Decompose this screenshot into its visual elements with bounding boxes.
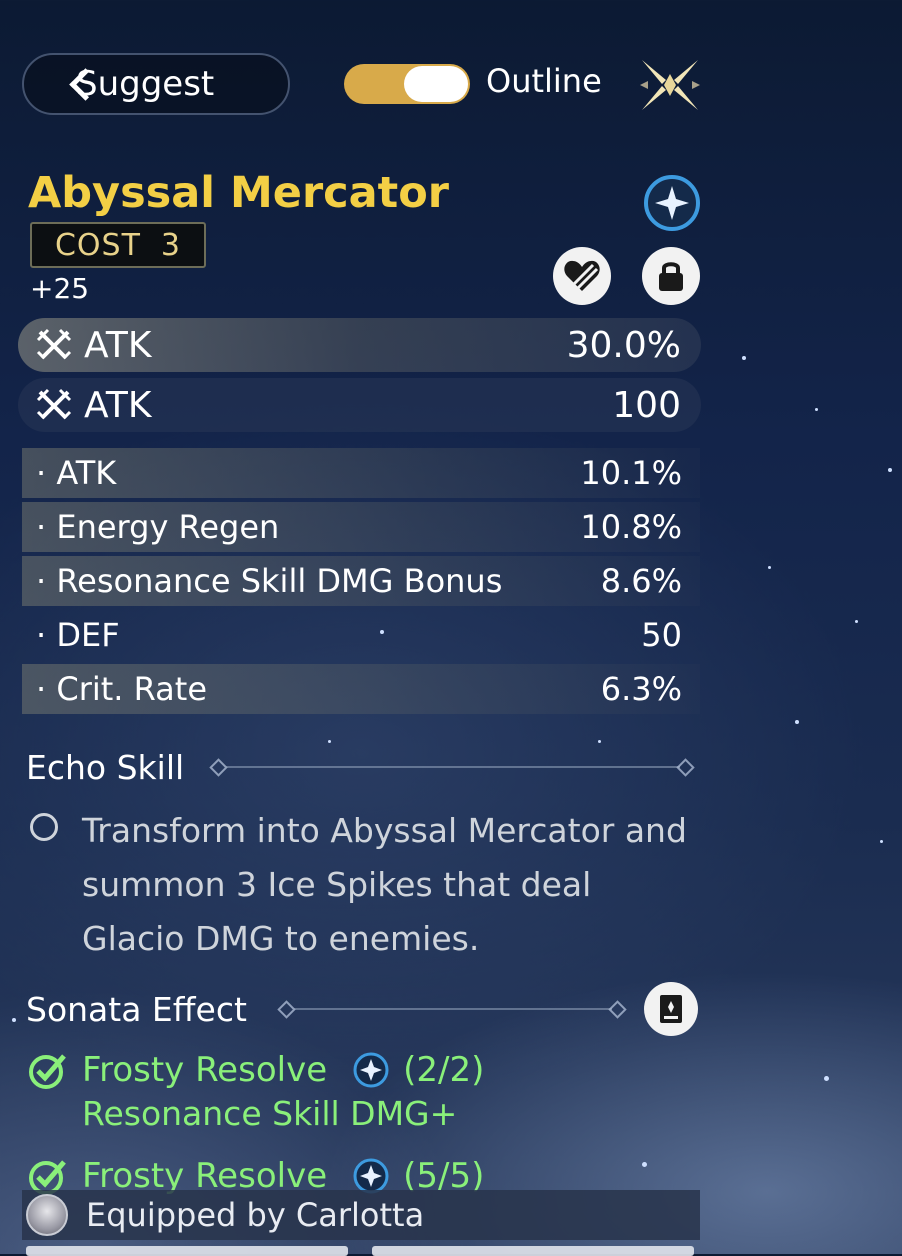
favorite-button[interactable] xyxy=(553,247,611,305)
main-stat-value: 100 xyxy=(612,384,681,426)
outline-toggle-label: Outline xyxy=(486,62,602,100)
sub-stat-name: Crit. Rate xyxy=(36,670,601,708)
main-stat-row: ATK 30.0% xyxy=(18,318,701,372)
sub-stat-row: ATK 10.1% xyxy=(22,448,700,498)
echo-skill-description: Transform into Abyssal Mercator and summ… xyxy=(82,811,687,958)
cost-label: COST xyxy=(54,227,141,263)
sub-stat-value: 8.6% xyxy=(600,562,682,600)
bottom-action-button[interactable] xyxy=(26,1246,348,1256)
attack-icon xyxy=(36,388,72,420)
main-stat-name: ATK xyxy=(84,324,152,366)
lock-icon xyxy=(659,262,683,291)
equipped-by-bar[interactable]: Equipped by Carlotta xyxy=(22,1190,700,1240)
sonata-set-name: Frosty Resolve xyxy=(82,1050,328,1090)
avatar xyxy=(26,1194,68,1236)
sonata-set-effect: Resonance Skill DMG+ xyxy=(82,1094,458,1133)
cost-badge: COST 3 xyxy=(30,222,206,268)
sub-stat-row: Crit. Rate 6.3% xyxy=(22,664,700,714)
sub-stat-row: Resonance Skill DMG Bonus 8.6% xyxy=(22,556,700,606)
set-info-button[interactable] xyxy=(644,982,698,1036)
outline-toggle[interactable] xyxy=(344,64,470,104)
sonata-set-count: (2/2) xyxy=(403,1050,485,1090)
sonata-set-row: Frosty Resolve (2/2) xyxy=(28,1046,484,1094)
glacio-element-icon xyxy=(353,1052,389,1088)
sub-stat-value: 10.8% xyxy=(580,508,682,546)
sub-stat-name: Resonance Skill DMG Bonus xyxy=(36,562,601,600)
attack-icon xyxy=(36,328,72,360)
back-suggest-button[interactable]: Suggest xyxy=(22,53,290,115)
heart-icon xyxy=(564,260,600,291)
main-stat-name: ATK xyxy=(84,384,152,426)
sub-stat-row: Energy Regen 10.8% xyxy=(22,502,700,552)
echo-level: +25 xyxy=(30,272,90,305)
echo-name: Abyssal Mercator xyxy=(28,168,449,218)
check-icon xyxy=(29,1054,66,1089)
toggle-knob xyxy=(404,66,468,102)
glacio-element-icon xyxy=(643,174,701,232)
cost-value: 3 xyxy=(160,227,182,263)
sub-stat-value: 10.1% xyxy=(580,454,682,492)
book-icon xyxy=(660,995,682,1023)
main-stat-value: 30.0% xyxy=(566,324,681,366)
glacio-element-icon xyxy=(353,1158,389,1194)
sub-stat-name: Energy Regen xyxy=(36,508,580,546)
sonata-effect-title: Sonata Effect xyxy=(26,990,247,1029)
sub-stat-name: DEF xyxy=(36,616,641,654)
main-stat-row: ATK 100 xyxy=(18,378,701,432)
lock-button[interactable] xyxy=(642,247,700,305)
sub-stat-row: DEF 50 xyxy=(22,610,700,660)
close-icon[interactable] xyxy=(636,52,704,118)
echo-skill-title: Echo Skill xyxy=(26,748,185,787)
sub-stat-value: 6.3% xyxy=(600,670,682,708)
equipped-by-text: Equipped by Carlotta xyxy=(86,1196,425,1234)
sub-stat-value: 50 xyxy=(641,616,682,654)
circle-bullet-icon xyxy=(30,813,58,841)
bottom-action-button[interactable] xyxy=(372,1246,694,1256)
sub-stat-name: ATK xyxy=(36,454,580,492)
